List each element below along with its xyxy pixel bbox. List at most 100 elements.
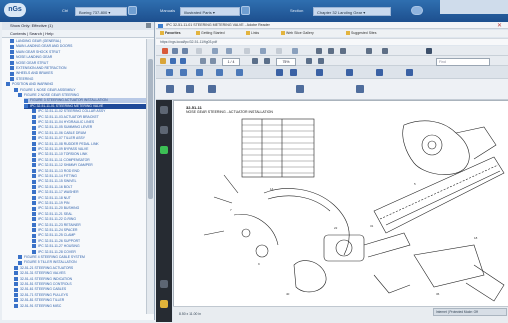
favorites-item[interactable]: Suggested Sites xyxy=(346,30,377,37)
snapshot-icon[interactable] xyxy=(196,69,203,76)
pen-icon[interactable] xyxy=(376,69,383,76)
tree-item[interactable]: IPC 32-51-11-12 SHIMMY DAMPER xyxy=(32,163,146,168)
manual-go-button[interactable] xyxy=(241,6,250,15)
tree-item[interactable]: IPC 32-51-11-28 COVER xyxy=(32,250,146,255)
share-icon[interactable] xyxy=(196,47,202,54)
tree-item[interactable]: IPC 32-51-11-10 TORSION LINK xyxy=(32,152,146,157)
tree-item[interactable]: IPC 32-51-11-26 SUPPORT xyxy=(32,239,146,244)
tree-item[interactable]: FIGURE 2 NOSE GEAR STEERING xyxy=(18,93,146,98)
manual-select[interactable]: Illustrated Parts ▾ xyxy=(180,7,240,16)
tree-item[interactable]: FIGURE 4 STEERING CABLE SYSTEM xyxy=(18,255,146,260)
tree-item[interactable]: IPC 32-51-11-03 ACTUATOR BRACKET xyxy=(32,115,146,120)
tree-item[interactable]: LANDING GEAR (GENERAL) xyxy=(10,39,146,44)
favorites-item[interactable]: Getting Started xyxy=(196,30,225,37)
tools-icon[interactable] xyxy=(292,47,298,54)
tree-item[interactable]: FIGURE 3 STEERING ACTUATOR INSTALLATION xyxy=(24,98,146,104)
signatures-icon[interactable] xyxy=(160,146,168,154)
tree-item[interactable]: 32-51-61 STEERING CABLES xyxy=(14,287,146,292)
tree-item[interactable]: IPC 32-51-11-13 ROD END xyxy=(32,169,146,174)
tree-item[interactable]: IPC 32-51-11-17 WASHER xyxy=(32,190,146,195)
tree-item[interactable]: 32-51-21 STEERING ACTUATORS xyxy=(14,266,146,271)
forward-icon[interactable] xyxy=(180,57,186,64)
tree-item[interactable]: IPC 32-51-11-07 TILLER ASSY xyxy=(32,136,146,141)
tree-item[interactable]: IPC 32-51-11-08 RUDDER PEDAL LINK xyxy=(32,142,146,147)
stamp-icon[interactable] xyxy=(346,69,353,76)
bookmark-icon[interactable] xyxy=(208,85,216,93)
panel-close-icon[interactable] xyxy=(146,23,151,28)
forms-icon[interactable] xyxy=(276,47,282,54)
tree-scrollbar-thumb[interactable] xyxy=(148,59,153,199)
favorites-item[interactable]: Web Slice Gallery xyxy=(281,30,314,37)
settings-icon[interactable] xyxy=(426,47,432,54)
tree-scrollbar[interactable] xyxy=(146,39,154,314)
rotate-icon[interactable] xyxy=(236,69,243,76)
favorites-item[interactable]: Links xyxy=(246,30,259,37)
tags-icon[interactable] xyxy=(160,280,168,288)
search-icon[interactable] xyxy=(296,85,304,93)
tree-item[interactable]: IPC 32-51-11-24 SPACER xyxy=(32,228,146,233)
aircraft-select[interactable]: Boeing 737-800 ▾ xyxy=(75,7,127,16)
page-number-field[interactable]: 1 / 4 xyxy=(222,57,240,66)
tree-item[interactable]: STEERING xyxy=(10,77,146,82)
marquee-zoom-icon[interactable] xyxy=(216,69,223,76)
note-icon[interactable] xyxy=(290,69,297,76)
tree-item[interactable]: IPC 32-51-11-01 STEERING METERING VALVE xyxy=(24,103,146,109)
sign-icon[interactable] xyxy=(260,47,266,54)
find-input[interactable]: Find xyxy=(436,57,490,66)
fit-page-icon[interactable] xyxy=(306,57,312,64)
bold-icon[interactable] xyxy=(316,47,322,54)
tree-item[interactable]: IPC 32-51-11-06 CABLE DRUM xyxy=(32,131,146,136)
tree-item[interactable]: NOSE GEAR STRUT xyxy=(10,61,146,66)
fit-width-icon[interactable] xyxy=(318,57,324,64)
tree-item[interactable]: WHEELS AND BRAKES xyxy=(10,71,146,76)
zoom-out-icon[interactable] xyxy=(252,57,258,64)
favorites-item[interactable]: Favorites xyxy=(160,30,181,37)
tree-item[interactable]: 32-51-71 STEERING PULLEYS xyxy=(14,293,146,298)
open-icon[interactable] xyxy=(172,47,178,54)
app-logo[interactable]: nGs xyxy=(4,3,26,17)
back-icon[interactable] xyxy=(170,57,176,64)
tree-item[interactable]: IPC 32-51-11-09 BYPASS VALVE xyxy=(32,147,146,152)
tree-item[interactable]: EXTENSION AND RETRACTION xyxy=(10,66,146,71)
align-icon[interactable] xyxy=(366,47,372,54)
zoom-field[interactable]: 75% xyxy=(276,57,296,66)
tree-item[interactable]: 32-51-81 STEERING TILLER xyxy=(14,298,146,303)
tree-item[interactable]: FIGURE 1 NOSE GEAR ASSEMBLY xyxy=(14,88,146,93)
tree-item[interactable]: 32-51-31 STEERING VALVES xyxy=(14,271,146,276)
hand-tool-icon[interactable] xyxy=(166,69,173,76)
tree-item[interactable]: MAIN LANDING GEAR AND DOORS xyxy=(10,44,146,49)
tree-item[interactable]: IPC 32-51-11-11 COMPENSATOR xyxy=(32,158,146,163)
tree-item[interactable]: 32-51-41 STEERING INDICATION xyxy=(14,277,146,282)
zoom-in-icon[interactable] xyxy=(264,57,270,64)
print-icon[interactable] xyxy=(182,47,188,54)
comment-pane-icon[interactable] xyxy=(160,300,168,308)
section-go-button[interactable] xyxy=(411,6,423,15)
address-bar[interactable]: https://ngs.local/ipc/32-51-11/fig03.pdf xyxy=(156,38,508,45)
aircraft-go-button[interactable] xyxy=(128,6,137,15)
home-icon[interactable] xyxy=(160,57,166,64)
sidebar-toggle-icon[interactable] xyxy=(166,85,174,93)
tree-item[interactable]: IPC 32-51-11-25 CLAMP xyxy=(32,233,146,238)
layers-icon[interactable] xyxy=(356,85,364,93)
pages-icon[interactable] xyxy=(160,106,168,114)
page-down-icon[interactable] xyxy=(210,57,216,64)
tree-item[interactable]: IPC 32-51-11-27 HOUSING xyxy=(32,244,146,249)
underline-icon[interactable] xyxy=(340,47,346,54)
tree-item[interactable]: IPC 32-51-11-19 PIN xyxy=(32,201,146,206)
tree-item[interactable]: MAIN GEAR SHOCK STRUT xyxy=(10,50,146,55)
attach-icon[interactable] xyxy=(316,69,323,76)
list-icon[interactable] xyxy=(382,47,388,54)
tree-item[interactable]: IPC 32-51-11-21 SEAL xyxy=(32,212,146,217)
shapes-icon[interactable] xyxy=(406,69,413,76)
highlight-icon[interactable] xyxy=(276,69,283,76)
email-icon[interactable] xyxy=(226,47,232,54)
italic-icon[interactable] xyxy=(328,47,334,54)
tree-item[interactable]: IPC 32-51-11-15 SWIVEL xyxy=(32,179,146,184)
tree-item[interactable]: IPC 32-51-11-23 RETAINER xyxy=(32,223,146,228)
panel-tabs[interactable]: Contents | Search | Help xyxy=(2,30,154,38)
attachments-icon[interactable] xyxy=(160,126,168,134)
tree-item[interactable]: FIGURE 5 TILLER INSTALLATION xyxy=(18,260,146,265)
tree-item[interactable]: IPC 32-51-11-16 BOLT xyxy=(32,185,146,190)
tree-item[interactable]: IPC 32-51-11-20 BUSHING xyxy=(32,206,146,211)
page-up-icon[interactable] xyxy=(200,57,206,64)
